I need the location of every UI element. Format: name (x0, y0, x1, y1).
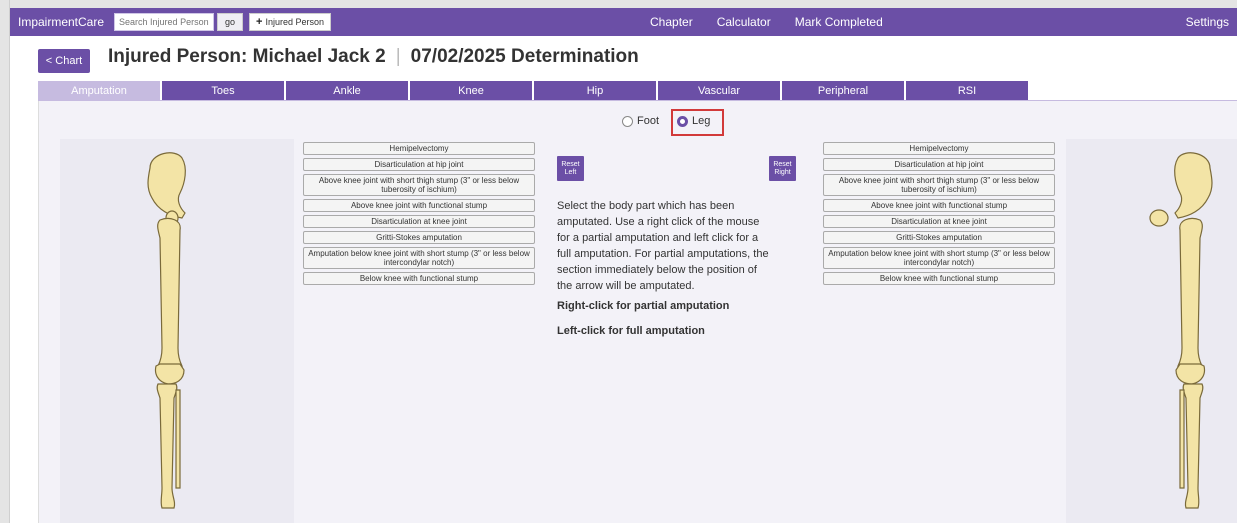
left-option-hemipelvectomy[interactable]: Hemipelvectomy (303, 142, 535, 155)
left-option-below-knee-short-stump[interactable]: Amputation below knee joint with short s… (303, 247, 535, 269)
search-go-button[interactable]: go (217, 13, 244, 31)
window-frame-top (0, 0, 1237, 8)
radio-foot-icon[interactable] (622, 115, 633, 127)
nav-settings[interactable]: Settings (1186, 15, 1229, 29)
reset-left-button[interactable]: Reset Left (557, 156, 584, 181)
right-hip-socket (1149, 209, 1169, 227)
nav-mark-completed[interactable]: Mark Completed (795, 15, 883, 29)
right-option-gritti-stokes[interactable]: Gritti-Stokes amputation (823, 231, 1055, 244)
tab-amputation[interactable]: Amputation (38, 81, 160, 100)
left-leg-bones-icon[interactable] (140, 148, 215, 518)
tab-knee[interactable]: Knee (410, 81, 532, 100)
nav-calculator[interactable]: Calculator (717, 15, 771, 29)
partial-amputation-note: Right-click for partial amputation (557, 300, 730, 312)
right-option-below-knee-functional[interactable]: Below knee with functional stump (823, 272, 1055, 285)
app-window: ImpairmentCare go + Injured Person Chapt… (0, 0, 1237, 523)
body-part-tabs: Amputation Toes Ankle Knee Hip Vascular … (38, 81, 1030, 100)
plus-icon: + (256, 16, 263, 28)
left-option-above-knee-short-stump[interactable]: Above knee joint with short thigh stump … (303, 174, 535, 196)
right-tibia-shape[interactable] (1182, 383, 1204, 509)
right-option-above-knee-functional[interactable]: Above knee joint with functional stump (823, 199, 1055, 212)
reset-right-button[interactable]: Reset Right (769, 156, 796, 181)
right-option-above-knee-short-stump[interactable]: Above knee joint with short thigh stump … (823, 174, 1055, 196)
reset-right-line2: Right (774, 168, 791, 176)
right-amputation-options: Hemipelvectomy Disarticulation at hip jo… (823, 142, 1055, 288)
left-option-gritti-stokes[interactable]: Gritti-Stokes amputation (303, 231, 535, 244)
left-tibia-shape[interactable] (156, 383, 178, 509)
add-injured-person-label: Injured Person (265, 17, 325, 27)
add-injured-person-button[interactable]: + Injured Person (249, 13, 332, 31)
left-amputation-options: Hemipelvectomy Disarticulation at hip jo… (303, 142, 535, 288)
left-option-below-knee-functional[interactable]: Below knee with functional stump (303, 272, 535, 285)
leg-option-highlight-box (671, 109, 724, 136)
main-nav: Chapter Calculator Mark Completed (650, 15, 883, 29)
brand-logo[interactable]: ImpairmentCare (10, 15, 114, 29)
left-option-disarticulation-knee[interactable]: Disarticulation at knee joint (303, 215, 535, 228)
nav-chapter[interactable]: Chapter (650, 15, 693, 29)
tab-rsi[interactable]: RSI (906, 81, 1028, 100)
right-option-disarticulation-knee[interactable]: Disarticulation at knee joint (823, 215, 1055, 228)
right-option-below-knee-short-stump[interactable]: Amputation below knee joint with short s… (823, 247, 1055, 269)
left-option-above-knee-functional[interactable]: Above knee joint with functional stump (303, 199, 535, 212)
left-pelvis-shape[interactable] (147, 152, 186, 219)
full-amputation-note: Left-click for full amputation (557, 325, 705, 337)
search-injured-person-input[interactable] (114, 13, 215, 31)
determination-date: 07/02/2025 Determination (410, 46, 639, 67)
title-separator: | (395, 46, 401, 67)
left-femur-shape[interactable] (157, 217, 183, 367)
radio-foot-label: Foot (637, 115, 660, 127)
tab-toes[interactable]: Toes (162, 81, 284, 100)
right-fibula-shape[interactable] (1179, 389, 1185, 489)
left-fibula-shape[interactable] (175, 389, 181, 489)
page-title: Injured Person: Michael Jack 2 | 07/02/2… (108, 46, 639, 68)
tab-vascular[interactable]: Vascular (658, 81, 780, 100)
right-knee-shape[interactable] (1175, 363, 1206, 385)
right-option-disarticulation-hip[interactable]: Disarticulation at hip joint (823, 158, 1055, 171)
reset-left-line1: Reset (561, 160, 580, 168)
back-to-chart-button[interactable]: < Chart (38, 49, 90, 73)
left-knee-shape[interactable] (154, 363, 185, 385)
radio-option-foot[interactable]: Foot (622, 115, 659, 127)
right-option-hemipelvectomy[interactable]: Hemipelvectomy (823, 142, 1055, 155)
tab-peripheral[interactable]: Peripheral (782, 81, 904, 100)
reset-left-line2: Left (564, 168, 577, 176)
injured-person-name: Injured Person: Michael Jack 2 (108, 46, 386, 67)
tab-hip[interactable]: Hip (534, 81, 656, 100)
right-leg-bones-icon[interactable] (1145, 148, 1220, 518)
reset-right-line1: Reset (773, 160, 792, 168)
tab-ankle[interactable]: Ankle (286, 81, 408, 100)
right-femur-shape[interactable] (1177, 217, 1203, 367)
window-frame-left (0, 0, 10, 523)
top-nav-bar: ImpairmentCare go + Injured Person Chapt… (10, 8, 1237, 36)
instructions-text: Select the body part which has been ampu… (557, 200, 769, 292)
left-option-disarticulation-hip[interactable]: Disarticulation at hip joint (303, 158, 535, 171)
right-pelvis-shape[interactable] (1174, 152, 1213, 219)
